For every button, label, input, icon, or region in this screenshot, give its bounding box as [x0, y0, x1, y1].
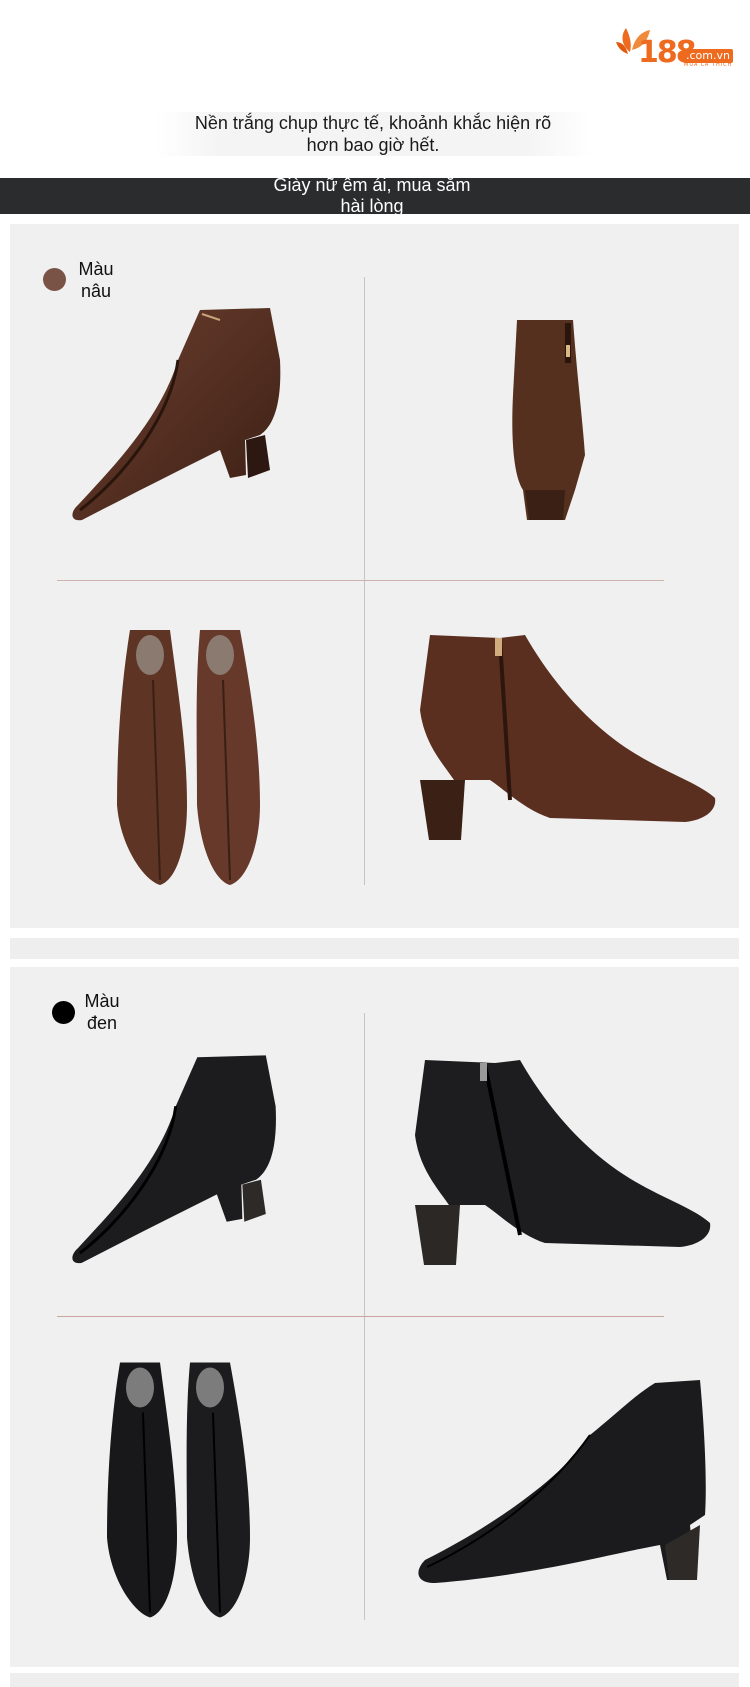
color-label-line-2: đen	[86, 1013, 118, 1033]
slogan-line-1: Giày nữ êm ái, mua sắm	[273, 175, 471, 195]
slogan-text: Giày nữ êm ái, mua sắm hài lòng	[240, 175, 504, 217]
black-boot-front-side-photo[interactable]	[415, 1375, 715, 1590]
brown-boot-profile-photo[interactable]	[415, 630, 720, 840]
section-separator	[10, 938, 739, 959]
black-boot-side-photo[interactable]	[70, 1045, 305, 1285]
grid-divider-vertical	[364, 277, 365, 885]
color-label-line-2: nâu	[80, 281, 112, 301]
brand-logo[interactable]: 188 .com.vn MUA LÀ THÍCH	[616, 22, 734, 70]
slogan-line-2: hài lòng	[340, 196, 404, 216]
section-separator-bottom	[10, 1673, 739, 1687]
black-boots-top-photo[interactable]	[105, 1355, 265, 1625]
intro-line-2: hơn bao giờ hết.	[306, 135, 440, 155]
grid-divider-horizontal	[57, 580, 664, 581]
intro-text: Nền trắng chụp thực tế, khoảnh khắc hiện…	[155, 112, 591, 156]
black-boot-profile-photo[interactable]	[410, 1050, 715, 1270]
color-label-line-1: Màu	[78, 259, 114, 279]
brown-boots-top-photo[interactable]	[115, 625, 275, 890]
color-label-line-1: Màu	[84, 991, 120, 1011]
logo-tagline: MUA LÀ THÍCH	[684, 62, 733, 68]
brown-boot-side-photo[interactable]	[70, 300, 310, 540]
logo-domain: .com.vn	[683, 49, 733, 63]
black-color-label: Màu đen	[77, 990, 127, 1034]
grid-divider-horizontal	[57, 1316, 664, 1317]
black-color-swatch[interactable]	[52, 1001, 75, 1024]
intro-line-1: Nền trắng chụp thực tế, khoảnh khắc hiện…	[194, 113, 552, 133]
brown-color-swatch[interactable]	[43, 268, 66, 291]
brown-color-label: Màu nâu	[70, 258, 122, 302]
brown-boot-back-photo[interactable]	[505, 315, 595, 525]
